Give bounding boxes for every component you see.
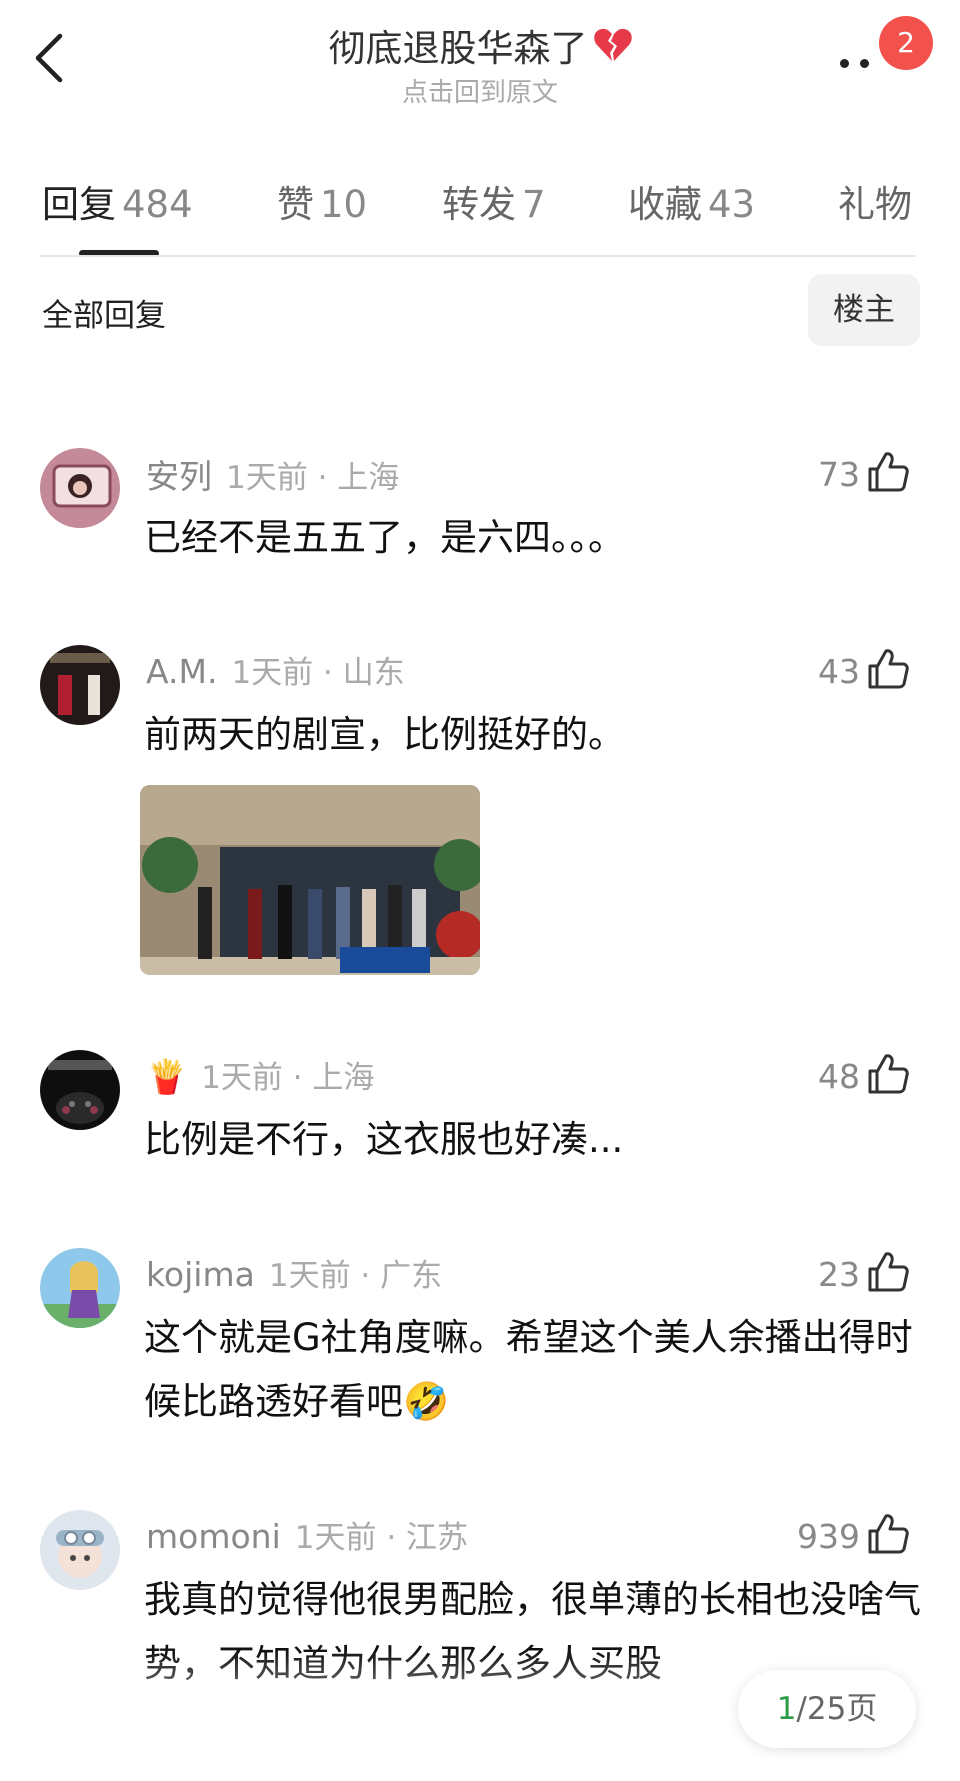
post-title[interactable]: 彻底退股华森了 [0,18,960,72]
username[interactable]: momoni [146,1517,281,1556]
top-bar: 彻底退股华森了 点击回到原文 2 [0,0,960,130]
username[interactable]: A.M. [146,652,217,691]
divider [40,255,916,257]
avatar[interactable] [40,1510,120,1590]
event-photo [140,785,480,975]
comment-meta: 🍟 1天前 · 上海 [146,1052,374,1097]
comment-meta: 安列 1天前 · 上海 [146,450,399,498]
comment-time-location: 1天前 · 山东 [231,655,405,691]
comment-meta: momoni 1天前 · 江苏 [146,1512,468,1557]
thumbs-up-icon [868,1514,909,1554]
avatar[interactable] [40,448,120,528]
like-count: 939 [797,1517,860,1556]
avatar-image [40,1510,120,1590]
tab-replies[interactable]: 回复 484 [42,174,193,228]
like-button[interactable]: 23 [818,1250,910,1294]
notification-badge[interactable]: 2 [879,16,933,70]
avatar-image [40,1248,120,1328]
like-button[interactable]: 939 [797,1512,910,1556]
tab-bar: 回复 484 赞 10 转发 7 收藏 43 礼物 [0,170,960,260]
tab-label: 回复 [42,183,116,226]
username[interactable]: 安列 [146,457,212,496]
comment-text: 这个就是G社角度嘛。希望这个美人余播出得时候比路透好看吧🤣 [144,1316,913,1423]
tab-count: 7 [522,183,546,226]
more-dots-icon [840,59,849,68]
avatar-image [40,1050,120,1130]
tab-label: 礼物 [838,183,912,226]
tab-label: 收藏 [628,183,702,226]
like-button[interactable]: 73 [818,450,910,494]
broken-heart-icon [593,28,632,62]
like-button[interactable]: 48 [818,1052,910,1096]
post-title-text: 彻底退股华森了 [328,27,588,70]
avatar-image [40,448,120,528]
tab-favorites[interactable]: 收藏 43 [628,174,755,228]
tab-reposts[interactable]: 转发 7 [442,174,546,228]
comment-text: 比例是不行，这衣服也好凑... [144,1118,624,1161]
thumbs-up-icon [868,649,909,689]
like-count: 48 [818,1057,860,1096]
comment-meta: A.M. 1天前 · 山东 [146,647,405,692]
tab-label: 转发 [442,183,516,226]
username[interactable]: 🍟 [146,1057,187,1096]
comment-time-location: 1天前 · 广东 [268,1258,443,1294]
tab-gifts[interactable]: 礼物 [838,174,914,228]
thumbs-up-icon [868,1054,909,1094]
all-replies-label: 全部回复 [42,298,166,334]
comment-text: 已经不是五五了，是六四。。。 [144,516,625,559]
back-to-original-link[interactable]: 点击回到原文 [0,72,960,109]
comment-meta: kojima 1天前 · 广东 [146,1250,442,1295]
avatar[interactable] [40,1050,120,1130]
page-indicator[interactable]: 1/25页 [738,1670,916,1748]
like-count: 73 [818,455,860,494]
comment-time-location: 1天前 · 江苏 [294,1520,469,1556]
tab-count: 43 [708,183,756,226]
op-only-button[interactable]: 楼主 [808,274,920,346]
more-dots-icon [860,59,869,68]
comment-text: 前两天的剧宣，比例挺好的。 [144,713,625,756]
tab-count: 10 [320,183,368,226]
comment-image[interactable] [140,785,480,975]
thumbs-up-icon [868,452,909,492]
username[interactable]: kojima [146,1255,255,1294]
comment-time-location: 1天前 · 上海 [201,1060,375,1096]
thumbs-up-icon [868,1252,909,1292]
like-button[interactable]: 43 [818,647,910,691]
avatar-image [40,645,120,725]
tab-likes[interactable]: 赞 10 [277,174,367,228]
avatar[interactable] [40,1248,120,1328]
comment-time-location: 1天前 · 上海 [226,460,400,496]
tab-label: 赞 [277,183,314,226]
tab-count: 484 [122,183,193,226]
like-count: 43 [818,652,860,691]
total-pages: /25页 [796,1691,878,1727]
current-page: 1 [776,1691,797,1727]
avatar[interactable] [40,645,120,725]
like-count: 23 [818,1255,860,1294]
